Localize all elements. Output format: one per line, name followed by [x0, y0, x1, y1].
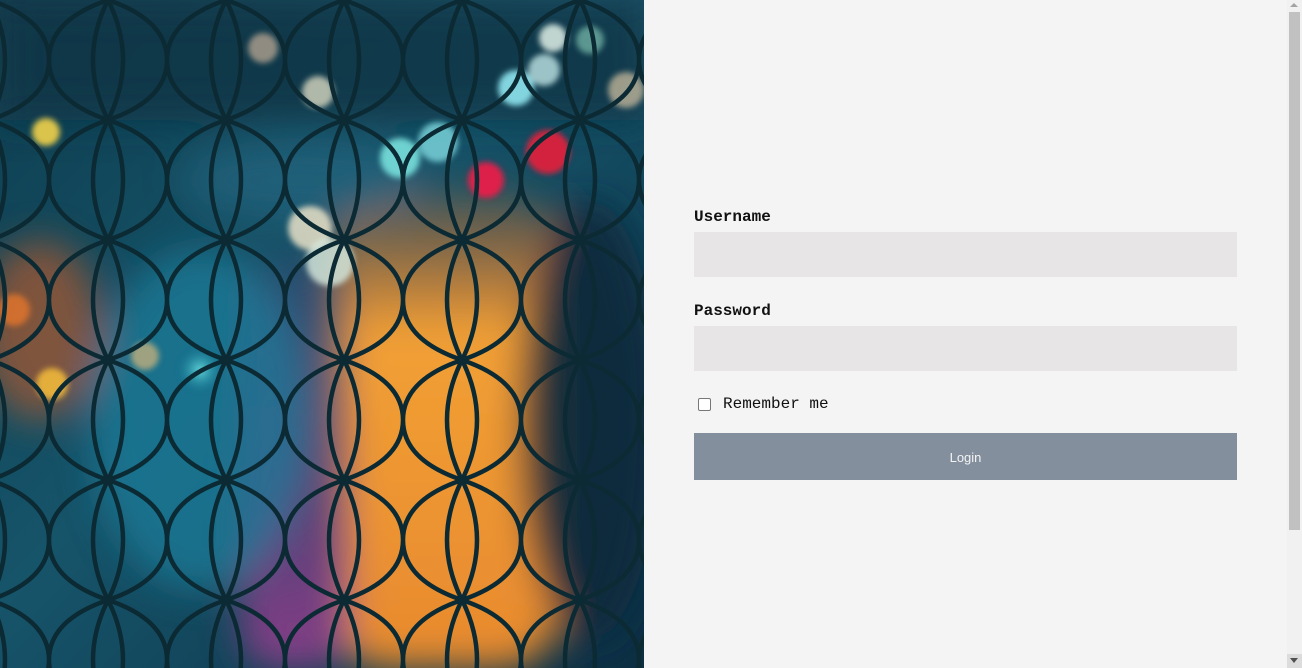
login-panel: Username Password Remember me Login — [644, 0, 1287, 668]
vertical-scrollbar[interactable] — [1287, 0, 1302, 668]
field-spacer — [694, 277, 1237, 300]
password-field[interactable] — [694, 326, 1237, 371]
login-button[interactable]: Login — [694, 433, 1237, 480]
login-page: Username Password Remember me Login — [0, 0, 1302, 668]
hero-image — [0, 0, 644, 668]
username-field[interactable] — [694, 232, 1237, 277]
scrollbar-thumb[interactable] — [1289, 12, 1300, 530]
scroll-down-arrow-icon — [1290, 658, 1298, 663]
scroll-up-button[interactable] — [1287, 0, 1302, 10]
scroll-down-button[interactable] — [1287, 654, 1302, 668]
username-label: Username — [694, 208, 771, 226]
remember-me-label[interactable]: Remember me — [723, 395, 829, 413]
remember-me-row[interactable]: Remember me — [694, 395, 1237, 413]
remember-me-checkbox[interactable] — [698, 397, 711, 411]
login-form: Username Password Remember me Login — [694, 206, 1237, 480]
password-label: Password — [694, 302, 771, 320]
fence-bokeh-illustration — [0, 0, 644, 668]
scroll-up-arrow-icon — [1290, 3, 1298, 7]
